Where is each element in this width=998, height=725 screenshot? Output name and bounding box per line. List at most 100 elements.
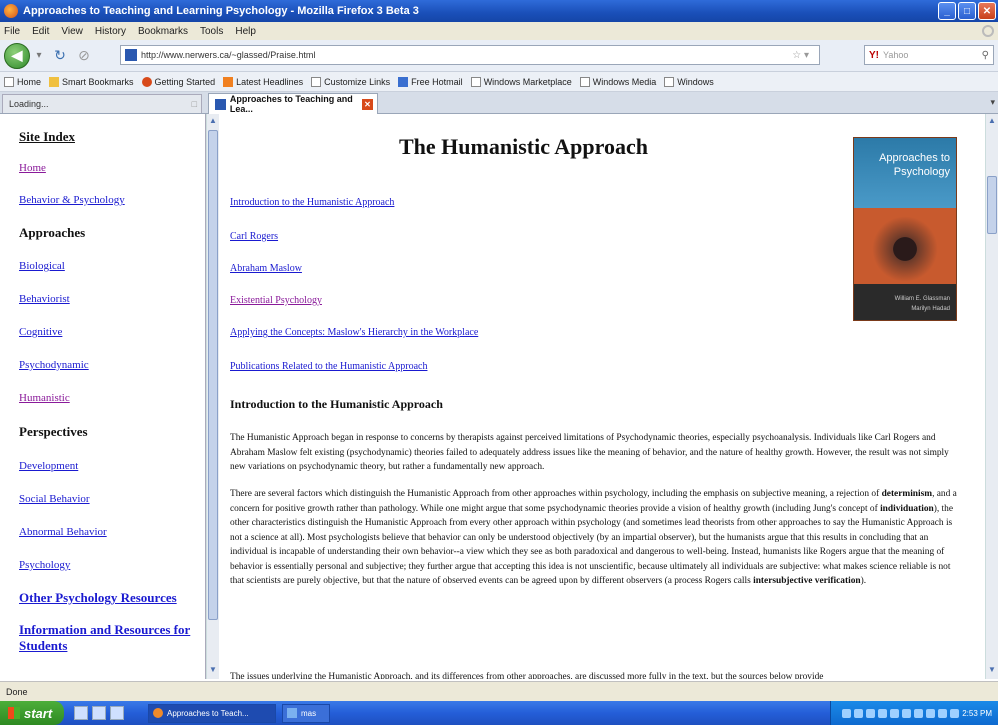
book-cover-figure-icon <box>872 216 938 282</box>
main-scrollbar[interactable]: ▲ ▼ <box>985 114 998 679</box>
tab-active[interactable]: Approaches to Teaching and Lea... ✕ <box>208 93 378 114</box>
sidebar-scroll-thumb[interactable] <box>208 130 218 620</box>
throbber-icon <box>982 25 994 37</box>
sidebar-link-humanistic[interactable]: Humanistic <box>19 392 70 404</box>
sidebar-link-abnormal-behavior[interactable]: Abnormal Behavior <box>19 526 107 538</box>
bookmark-home[interactable]: Home <box>4 76 41 87</box>
page-icon <box>579 76 590 87</box>
sidebar-link-behavior-psychology[interactable]: Behavior & Psychology <box>19 194 125 206</box>
status-text: Done <box>6 686 28 697</box>
page-icon <box>470 76 481 87</box>
link-abraham-maslow[interactable]: Abraham Maslow <box>230 263 302 274</box>
sidebar-link-other-resources[interactable]: Other Psychology Resources <box>19 590 177 606</box>
menu-bookmarks[interactable]: Bookmarks <box>138 26 188 37</box>
tray-icon[interactable] <box>938 708 948 718</box>
menu-file[interactable]: File <box>4 26 20 37</box>
bookmark-windows-marketplace[interactable]: Windows Marketplace <box>470 76 572 87</box>
book-cover-image: Approaches to Psychology William E. Glas… <box>853 137 957 321</box>
sidebar-link-cognitive[interactable]: Cognitive <box>19 326 62 338</box>
menu-help[interactable]: Help <box>235 26 256 37</box>
window-icon <box>287 708 297 718</box>
reload-button[interactable]: ↻ <box>50 46 70 66</box>
menu-view[interactable]: View <box>61 26 83 37</box>
window-title: Approaches to Teaching and Learning Psyc… <box>23 5 419 17</box>
tray-icon[interactable] <box>902 708 912 718</box>
site-index-heading: Site Index <box>19 129 75 144</box>
sidebar-link-home[interactable]: Home <box>19 162 46 174</box>
window-titlebar: Approaches to Teaching and Learning Psyc… <box>0 0 998 22</box>
forward-dropdown-icon[interactable]: ▾ <box>32 46 46 66</box>
tray-icon[interactable] <box>854 708 864 718</box>
navigation-toolbar: ◀ ▾ ↻ ⊘ http://www.nerwers.ca/~glassed/P… <box>0 40 998 72</box>
url-bar[interactable]: http://www.nerwers.ca/~glassed/Praise.ht… <box>120 45 820 65</box>
sidebar-scrollbar[interactable]: ▲ ▼ <box>206 114 219 679</box>
page-title: The Humanistic Approach <box>399 134 648 159</box>
main-content-frame: The Humanistic Approach Approaches to Ps… <box>219 114 985 679</box>
bookmark-smart-bookmarks[interactable]: Smart Bookmarks <box>49 76 134 87</box>
main-scroll-thumb[interactable] <box>987 176 997 234</box>
quick-launch-desktop-icon[interactable] <box>74 706 88 720</box>
menu-history[interactable]: History <box>95 26 126 37</box>
intro-paragraph-3: The issues underlying the Humanistic App… <box>230 672 824 679</box>
menu-tools[interactable]: Tools <box>200 26 223 37</box>
bookmark-latest-headlines[interactable]: Latest Headlines <box>223 76 303 87</box>
search-box[interactable]: Y! Yahoo ⚲ <box>864 45 994 65</box>
minimize-button[interactable]: _ <box>938 2 956 20</box>
tab-loading[interactable]: Loading... □ <box>2 94 202 113</box>
sidebar-link-development[interactable]: Development <box>19 460 78 472</box>
scroll-down-icon[interactable]: ▼ <box>208 665 218 677</box>
tab-loading-label: Loading... <box>9 99 49 109</box>
tray-icon[interactable] <box>866 708 876 718</box>
sidebar-link-psychology[interactable]: Psychology <box>19 559 70 571</box>
menu-bar: File Edit View History Bookmarks Tools H… <box>0 22 998 40</box>
maximize-button[interactable]: □ <box>958 2 976 20</box>
tab-strip: Loading... □ Approaches to Teaching and … <box>0 92 998 114</box>
sidebar-link-behaviorist[interactable]: Behaviorist <box>19 293 70 305</box>
link-existential-psychology[interactable]: Existential Psychology <box>230 295 322 306</box>
quick-launch-folder-icon[interactable] <box>92 706 106 720</box>
sidebar-link-psychodynamic[interactable]: Psychodynamic <box>19 359 89 371</box>
tray-icon[interactable] <box>950 708 960 718</box>
search-icon[interactable]: ⚲ <box>982 50 989 61</box>
bookmark-free-hotmail[interactable]: Free Hotmail <box>398 76 463 87</box>
tray-icon[interactable] <box>926 708 936 718</box>
bookmark-star-icon[interactable]: ☆ ▾ <box>792 50 809 61</box>
quick-launch-firefox-icon[interactable] <box>110 706 124 720</box>
link-intro-humanistic[interactable]: Introduction to the Humanistic Approach <box>230 197 394 208</box>
menu-edit[interactable]: Edit <box>32 26 49 37</box>
tray-icon[interactable] <box>842 708 852 718</box>
book-author-2: Marilyn Hadad <box>911 306 950 312</box>
clock[interactable]: 2:53 PM <box>962 709 992 718</box>
taskbar-item-firefox[interactable]: Approaches to Teach... <box>148 703 276 723</box>
link-maslows-hierarchy-workplace[interactable]: Applying the Concepts: Maslow's Hierarch… <box>230 327 478 338</box>
scroll-down-icon[interactable]: ▼ <box>987 665 997 677</box>
link-carl-rogers[interactable]: Carl Rogers <box>230 231 278 242</box>
sidebar-link-biological[interactable]: Biological <box>19 260 65 272</box>
tray-icon[interactable] <box>878 708 888 718</box>
bookmark-getting-started[interactable]: Getting Started <box>141 76 215 87</box>
sidebar-link-information-resources-cont[interactable]: Students <box>19 638 67 654</box>
tray-icon[interactable] <box>890 708 900 718</box>
bookmark-customize-links[interactable]: Customize Links <box>311 76 390 87</box>
scroll-up-icon[interactable]: ▲ <box>208 116 218 128</box>
tray-icon[interactable] <box>914 708 924 718</box>
close-icon[interactable]: □ <box>192 99 197 109</box>
link-publications[interactable]: Publications Related to the Humanistic A… <box>230 361 427 372</box>
taskbar-item-2[interactable]: mas <box>282 703 330 723</box>
sidebar-link-social-behavior[interactable]: Social Behavior <box>19 493 90 505</box>
bookmarks-toolbar: Home Smart Bookmarks Getting Started Lat… <box>0 72 998 92</box>
url-text: http://www.nerwers.ca/~glassed/Praise.ht… <box>141 50 316 60</box>
close-button[interactable]: ✕ <box>978 2 996 20</box>
scroll-up-icon[interactable]: ▲ <box>987 116 997 128</box>
close-tab-icon[interactable]: ✕ <box>362 98 373 110</box>
start-button[interactable]: start <box>0 701 64 725</box>
sidebar-link-information-resources[interactable]: Information and Resources for <box>19 622 190 638</box>
tab-list-dropdown-icon[interactable]: ▾ <box>990 97 995 108</box>
stop-button[interactable]: ⊘ <box>74 46 94 66</box>
bookmark-windows[interactable]: Windows <box>664 76 714 87</box>
bookmark-windows-media[interactable]: Windows Media <box>579 76 656 87</box>
ms-icon <box>398 76 409 87</box>
book-title-line1: Approaches to <box>879 152 950 164</box>
back-button[interactable]: ◀ <box>4 42 30 69</box>
yahoo-search-icon[interactable]: Y! <box>869 50 879 61</box>
